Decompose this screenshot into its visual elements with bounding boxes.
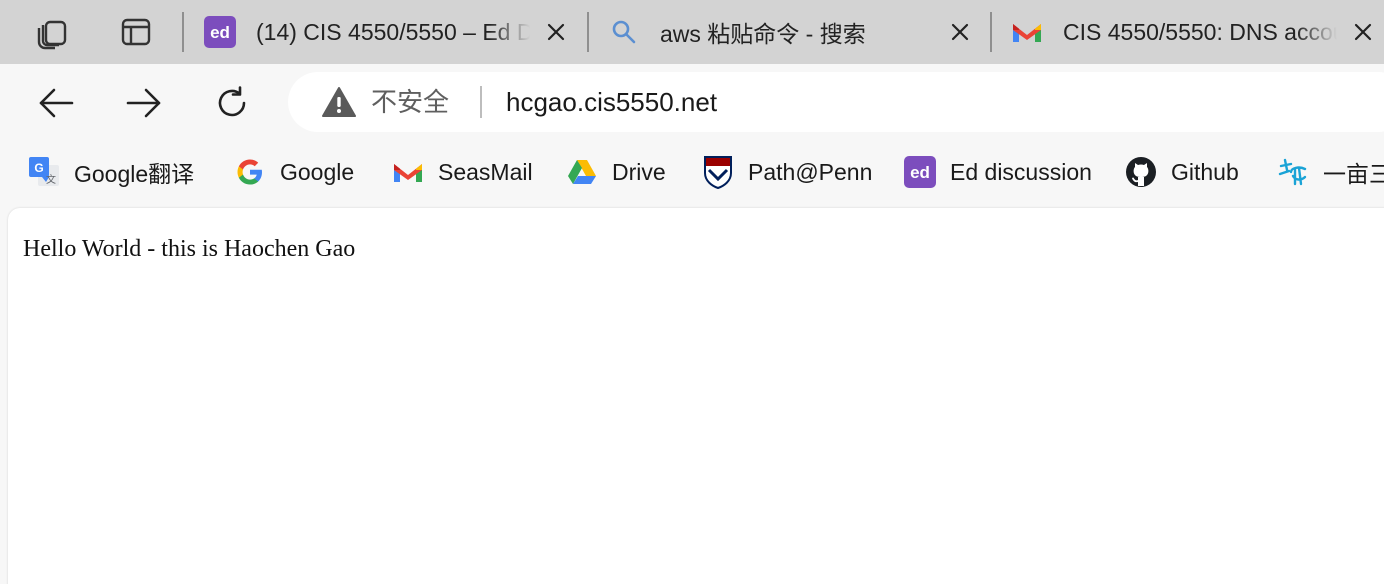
workspaces-icon[interactable]: [30, 10, 74, 54]
page-content: Hello World - this is Haochen Gao: [8, 208, 1384, 584]
address-bar[interactable]: 不安全 hcgao.cis5550.net: [288, 72, 1384, 132]
bookmark-label: Path@Penn: [748, 158, 873, 185]
bookmark-label: SeasMail: [438, 158, 533, 185]
tab-separator: [587, 12, 589, 52]
google-icon: [234, 156, 266, 188]
bookmark-google-translate[interactable]: G 文 Google翻译: [28, 154, 194, 190]
bookmark-label: Ed discussion: [950, 158, 1092, 185]
1point3acres-icon: [1277, 156, 1309, 188]
tab-title: (14) CIS 4550/5550 – Ed Discussion: [256, 18, 530, 45]
google-drive-icon: [566, 156, 598, 188]
warning-icon[interactable]: [322, 86, 356, 118]
browser-window: ed (14) CIS 4550/5550 – Ed Discussion aw…: [0, 0, 1384, 584]
bookmark-seasmail[interactable]: SeasMail: [392, 154, 533, 190]
svg-text:文: 文: [46, 173, 56, 186]
tab-title: CIS 4550/5550: DNS account: [1063, 18, 1337, 45]
google-translate-icon: G 文: [28, 156, 60, 188]
refresh-icon[interactable]: [207, 78, 257, 128]
toolbar: 不安全 hcgao.cis5550.net: [0, 64, 1384, 140]
ed-favicon: ed: [904, 156, 936, 188]
bookmark-github[interactable]: Github: [1125, 154, 1239, 190]
ed-favicon-text: ed: [210, 23, 230, 42]
tab-search[interactable]: aws 粘贴命令 - 搜索: [608, 0, 978, 64]
bookmark-label: Drive: [612, 158, 666, 185]
security-status-label[interactable]: 不安全: [371, 86, 449, 118]
penn-shield-icon: [702, 156, 734, 189]
bookmark-path-at-penn[interactable]: Path@Penn: [702, 154, 872, 190]
tab-ed-discussion[interactable]: ed (14) CIS 4550/5550 – Ed Discussion: [204, 0, 574, 64]
page-body-text: Hello World - this is Haochen Gao: [23, 236, 356, 262]
svg-text:G: G: [34, 161, 43, 175]
tab-gmail[interactable]: CIS 4550/5550: DNS account: [1011, 0, 1384, 64]
bookmark-label: Google翻译: [74, 161, 195, 187]
ed-favicon-text: ed: [910, 163, 930, 182]
close-tab-icon[interactable]: [1347, 16, 1379, 48]
tab-separator: [990, 12, 992, 52]
close-tab-icon[interactable]: [540, 16, 572, 48]
url-text[interactable]: hcgao.cis5550.net: [506, 86, 717, 118]
tab-strip: ed (14) CIS 4550/5550 – Ed Discussion aw…: [0, 0, 1384, 64]
bookmark-1point3acres[interactable]: 一亩三分地: [1277, 154, 1384, 190]
forward-arrow-icon[interactable]: [119, 78, 169, 128]
bookmarks-bar: G 文 Google翻译 Google SeasMail Drive Path@…: [0, 140, 1384, 206]
address-bar-separator: [480, 86, 482, 118]
gmail-icon: [1011, 16, 1043, 48]
tab-title: aws 粘贴命令 - 搜索: [660, 21, 866, 47]
bookmark-google[interactable]: Google: [234, 154, 354, 190]
bookmark-drive[interactable]: Drive: [566, 154, 666, 190]
ed-favicon: ed: [204, 16, 236, 48]
tab-separator: [182, 12, 184, 52]
back-arrow-icon[interactable]: [31, 78, 81, 128]
search-icon: [608, 16, 640, 48]
tab-actions-icon[interactable]: [114, 10, 158, 54]
bookmark-label: 一亩三分地: [1323, 161, 1384, 187]
github-icon: [1125, 156, 1157, 188]
bookmark-ed-discussion[interactable]: ed Ed discussion: [904, 154, 1092, 190]
bookmark-label: Google: [280, 158, 355, 185]
bookmark-label: Github: [1171, 158, 1239, 185]
close-tab-icon[interactable]: [944, 16, 976, 48]
gmail-icon: [392, 156, 424, 188]
